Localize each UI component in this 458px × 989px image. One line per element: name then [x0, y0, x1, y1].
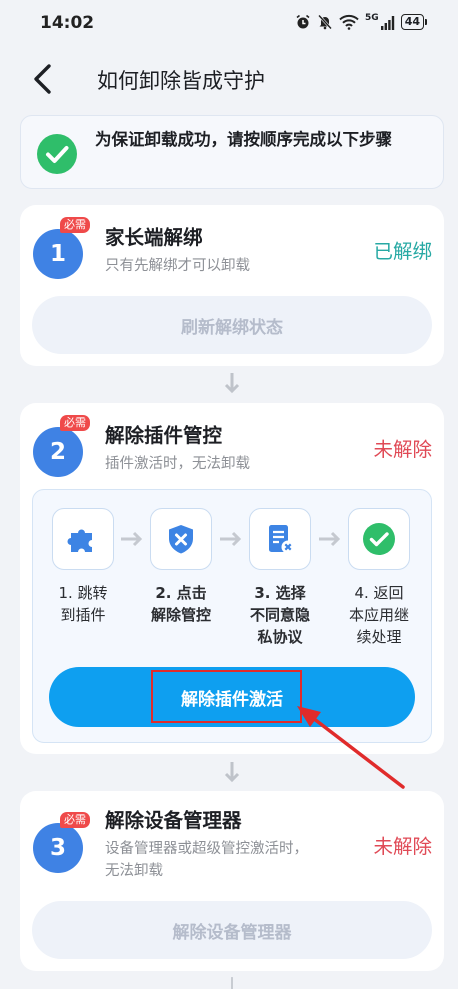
arrow-right-icon — [220, 531, 242, 547]
substep-label-3: 3. 选择 不同意隐 私协议 — [249, 584, 310, 646]
substep-icon-box — [150, 508, 212, 570]
notice-banner: 为保证卸载成功，请按顺序完成以下步骤 — [20, 115, 444, 189]
arrow-down-icon — [224, 373, 240, 394]
substep-icon-box — [249, 508, 311, 570]
status-icons: 5G 44 — [295, 14, 428, 30]
arrow-right-icon — [319, 531, 341, 547]
arrow-down-icon — [231, 977, 233, 989]
battery-icon: 44 — [400, 14, 428, 30]
signal-icon: 5G — [365, 14, 395, 30]
status-bar: 14:02 5G 44 — [0, 0, 458, 44]
alarm-icon — [296, 14, 310, 29]
page-header: 如何卸除皆成守护 — [0, 44, 458, 116]
notice-text: 为保证卸载成功，请按顺序完成以下步骤 — [95, 130, 392, 149]
substep-icon-box — [348, 508, 410, 570]
required-tag: 必需 — [60, 217, 90, 233]
arrow-right-icon — [121, 531, 143, 547]
puzzle-icon — [67, 529, 92, 552]
document-x-icon — [269, 525, 295, 554]
status-time: 14:02 — [40, 13, 95, 33]
step-number-badge: 3 — [33, 823, 83, 873]
substep-icon-box — [52, 508, 114, 570]
shield-x-icon — [169, 525, 193, 554]
step-description: 设备管理器或超级管控激活时， 无法卸载 — [105, 841, 308, 879]
required-tag: 必需 — [60, 415, 90, 431]
substep-label-4: 4. 返回 本应用继 续处理 — [348, 584, 409, 646]
annotation-arrow-icon — [297, 706, 405, 789]
step-status: 未解除 — [373, 835, 432, 858]
arrow-down-icon — [224, 762, 240, 783]
mute-icon — [318, 14, 332, 30]
deactivate-device-admin-button[interactable]: 解除设备管理器 — [32, 901, 432, 959]
step-title: 家长端解绑 — [105, 226, 203, 249]
step-title: 解除设备管理器 — [105, 809, 242, 832]
step-status: 已解绑 — [373, 240, 432, 263]
refresh-unbind-status-button[interactable]: 刷新解绑状态 — [32, 296, 432, 354]
step-number-badge: 1 — [33, 229, 83, 279]
wifi-icon — [339, 14, 359, 30]
step-status: 未解除 — [373, 438, 432, 461]
substep-label-1: 1. 跳转 到插件 — [58, 584, 108, 624]
check-circle-icon — [363, 523, 395, 555]
step-card-3: 3 必需 解除设备管理器 设备管理器或超级管控激活时， 无法卸载 未解除 解除设… — [20, 791, 444, 971]
network-type: 5G — [365, 13, 379, 23]
step-description: 插件激活时，无法卸载 — [105, 456, 250, 472]
step-title: 解除插件管控 — [105, 424, 223, 447]
required-tag: 必需 — [60, 812, 90, 828]
page-title: 如何卸除皆成守护 — [97, 69, 265, 93]
step-number-badge: 2 — [33, 427, 83, 477]
check-circle-icon — [37, 134, 77, 174]
step-card-1: 1 必需 家长端解绑 只有先解绑才可以卸载 已解绑 刷新解绑状态 — [20, 205, 444, 366]
substep-label-2: 2. 点击 解除管控 — [150, 584, 211, 624]
back-arrow-icon[interactable] — [28, 62, 58, 96]
step-description: 只有先解绑才可以卸载 — [105, 258, 250, 274]
highlight-box — [151, 670, 302, 723]
